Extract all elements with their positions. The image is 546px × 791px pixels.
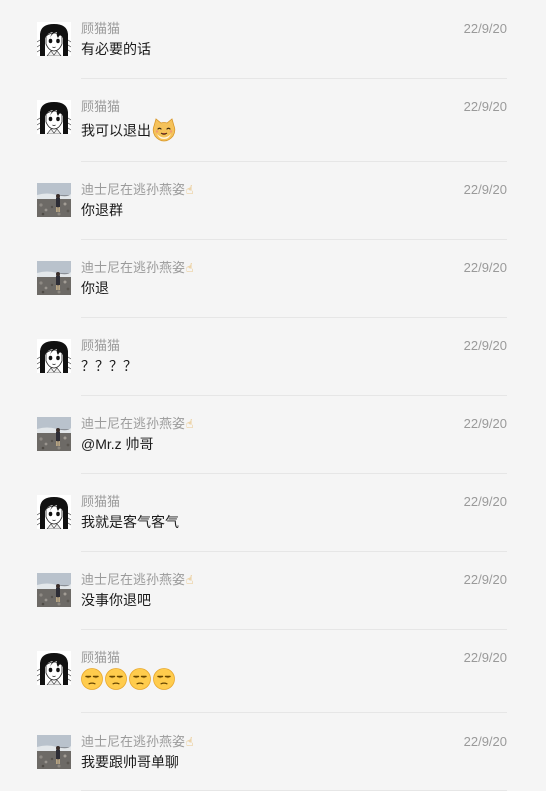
- unamused-face-emoji-icon: [81, 668, 103, 690]
- message-text: 我要跟帅哥单聊: [81, 754, 179, 770]
- message-text: 你退: [81, 280, 109, 296]
- divider: [81, 551, 507, 552]
- message-text: 我就是客气客气: [81, 514, 179, 530]
- message-time: 22/9/20: [463, 21, 507, 36]
- divider: [81, 161, 507, 162]
- pointing-finger-icon: ☝: [186, 183, 194, 197]
- message-content: 我可以退出: [81, 118, 176, 144]
- divider: [81, 629, 507, 630]
- message-time: 22/9/20: [463, 260, 507, 275]
- sender-name: 迪士尼在逃孙燕姿☝: [81, 416, 193, 432]
- avatar[interactable]: [37, 261, 71, 295]
- pointing-finger-icon: ☝: [186, 735, 194, 749]
- message-time: 22/9/20: [463, 416, 507, 431]
- avatar[interactable]: [37, 339, 71, 373]
- sender-name: 迪士尼在逃孙燕姿☝: [81, 260, 193, 276]
- unamused-face-emoji-icon: [105, 668, 127, 690]
- pointing-finger-icon: ☝: [186, 261, 194, 275]
- unamused-face-emoji-icon: [153, 668, 175, 690]
- sender-name: 顾猫猫: [81, 494, 121, 509]
- sender-name-text: 迪士尼在逃孙燕姿: [81, 416, 186, 431]
- avatar[interactable]: [37, 495, 71, 529]
- sender-name: 迪士尼在逃孙燕姿☝: [81, 572, 193, 588]
- chat-history-list[interactable]: 顾猫猫 22/9/20 有必要的话 顾猫猫 22/9/20 我可以退出 迪士尼在…: [0, 0, 546, 791]
- divider: [81, 473, 507, 474]
- message-time: 22/9/20: [463, 99, 507, 114]
- message-text: 有必要的话: [81, 41, 151, 57]
- message-text: 你退群: [81, 202, 123, 218]
- avatar[interactable]: [37, 735, 71, 769]
- sender-name: 顾猫猫: [81, 99, 121, 114]
- pointing-finger-icon: ☝: [186, 573, 194, 587]
- divider: [81, 712, 507, 713]
- message-text: 我可以退出: [81, 122, 151, 139]
- message-time: 22/9/20: [463, 734, 507, 749]
- emoji-message: [81, 668, 177, 690]
- message-time: 22/9/20: [463, 650, 507, 665]
- avatar[interactable]: [37, 183, 71, 217]
- message-time: 22/9/20: [463, 572, 507, 587]
- sender-name: 顾猫猫: [81, 650, 121, 665]
- avatar[interactable]: [37, 651, 71, 685]
- avatar[interactable]: [37, 22, 71, 56]
- unamused-face-emoji-icon: [129, 668, 151, 690]
- sender-name-text: 迪士尼在逃孙燕姿: [81, 260, 186, 275]
- divider: [81, 78, 507, 79]
- avatar[interactable]: [37, 573, 71, 607]
- sender-name: 迪士尼在逃孙燕姿☝: [81, 734, 193, 750]
- sender-name: 顾猫猫: [81, 21, 121, 36]
- avatar[interactable]: [37, 417, 71, 451]
- sender-name: 顾猫猫: [81, 338, 121, 353]
- message-text: @Mr.z 帅哥: [81, 436, 154, 452]
- divider: [81, 239, 507, 240]
- divider: [81, 317, 507, 318]
- message-text: ？？？？: [81, 358, 137, 374]
- message-time: 22/9/20: [463, 494, 507, 509]
- sender-name-text: 迪士尼在逃孙燕姿: [81, 572, 186, 587]
- sender-name: 迪士尼在逃孙燕姿☝: [81, 182, 193, 198]
- message-time: 22/9/20: [463, 182, 507, 197]
- sender-name-text: 迪士尼在逃孙燕姿: [81, 182, 186, 197]
- message-text: 没事你退吧: [81, 592, 151, 608]
- pointing-finger-icon: ☝: [186, 417, 194, 431]
- cat-face-emoji-icon: [152, 118, 176, 142]
- avatar[interactable]: [37, 100, 71, 134]
- divider: [81, 395, 507, 396]
- sender-name-text: 迪士尼在逃孙燕姿: [81, 734, 186, 749]
- message-time: 22/9/20: [463, 338, 507, 353]
